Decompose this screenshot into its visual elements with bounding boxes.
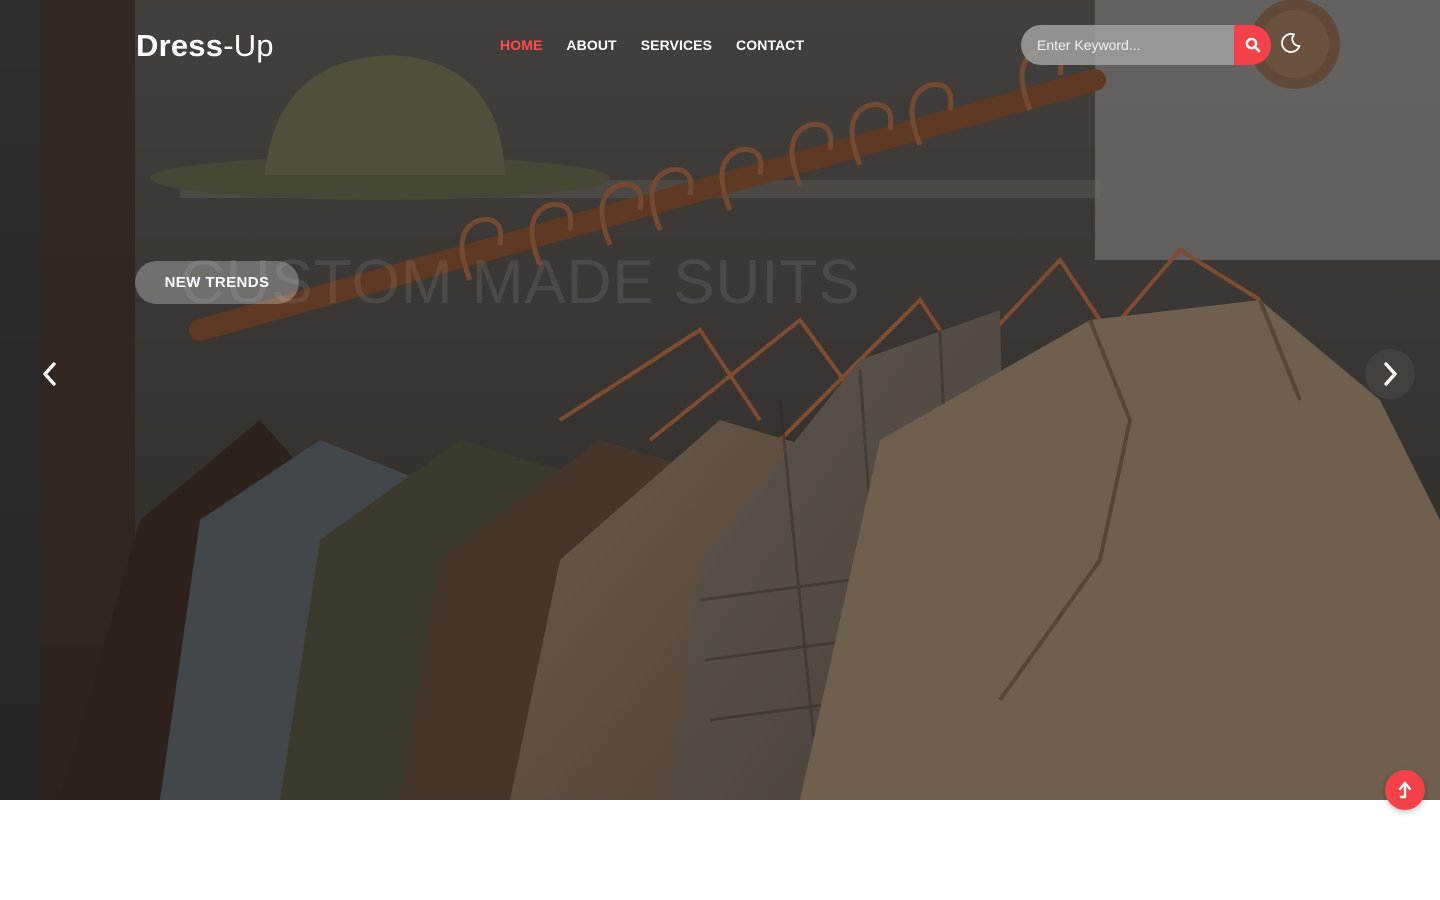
moon-icon bbox=[1281, 33, 1301, 53]
logo[interactable]: Dress-Up bbox=[136, 28, 274, 64]
hero-overlay bbox=[0, 0, 1440, 800]
chevron-left-icon bbox=[43, 362, 56, 386]
logo-bold-text: Dress bbox=[136, 28, 224, 63]
search-input[interactable] bbox=[1021, 25, 1234, 65]
logo-light-text: -Up bbox=[223, 28, 274, 63]
arrow-up-icon bbox=[1398, 781, 1412, 799]
slider-prev-button[interactable] bbox=[25, 349, 75, 399]
hero-slider: Dress-Up HOME ABOUT SERVICES CONTACT CUS… bbox=[0, 0, 1440, 800]
nav-item-home[interactable]: HOME bbox=[500, 37, 542, 53]
slider-next-button[interactable] bbox=[1365, 349, 1415, 399]
nav-item-about[interactable]: ABOUT bbox=[566, 37, 616, 53]
main-nav: HOME ABOUT SERVICES CONTACT bbox=[500, 37, 804, 53]
search-icon bbox=[1245, 37, 1260, 53]
new-trends-badge: NEW TRENDS bbox=[135, 261, 299, 304]
chevron-right-icon bbox=[1384, 362, 1397, 386]
nav-item-contact[interactable]: CONTACT bbox=[736, 37, 804, 53]
search-form bbox=[1021, 25, 1271, 65]
nav-item-services[interactable]: SERVICES bbox=[641, 37, 712, 53]
theme-toggle-button[interactable] bbox=[1279, 31, 1303, 55]
scroll-to-top-button[interactable] bbox=[1385, 770, 1425, 810]
